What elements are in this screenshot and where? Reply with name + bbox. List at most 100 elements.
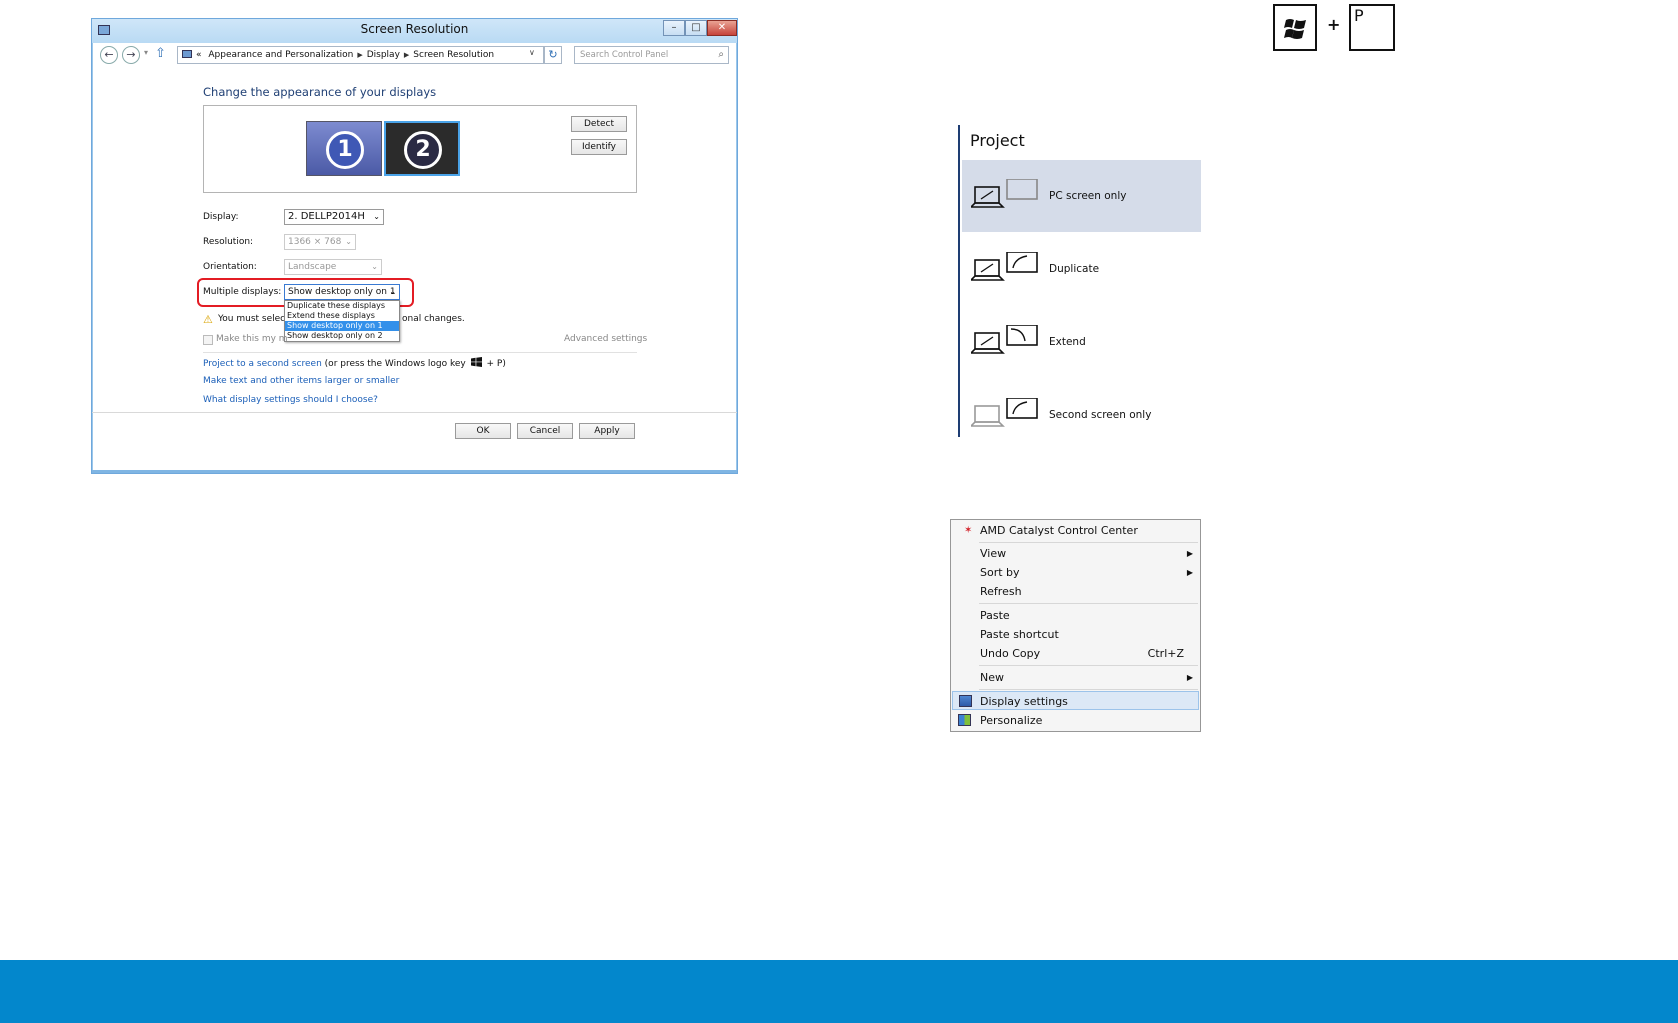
menu-item-display-settings[interactable]: Display settings: [952, 691, 1199, 710]
project-hint-text: (or press the Windows logo key: [321, 359, 469, 369]
project-second-screen-link[interactable]: Project to a second screen: [203, 359, 322, 369]
option-show-only-2[interactable]: Show desktop only on 2: [285, 331, 399, 341]
plus-sign: +: [1327, 15, 1341, 34]
menu-item-amd-catalyst[interactable]: ✶ AMD Catalyst Control Center: [952, 521, 1199, 540]
project-link-row: Project to a second screen (or press the…: [203, 357, 506, 369]
menu-separator: [979, 542, 1198, 543]
monitor-arrangement: 1 2 Detect Identify: [203, 105, 637, 193]
menu-item-label: Display settings: [980, 695, 1068, 708]
menu-item-paste[interactable]: Paste: [952, 606, 1199, 625]
search-icon[interactable]: ⌕: [718, 47, 724, 63]
window-content: Change the appearance of your displays 1…: [92, 65, 737, 473]
monitor-2[interactable]: 2: [384, 121, 460, 176]
menu-item-personalize[interactable]: Personalize: [952, 711, 1199, 730]
window-title: Screen Resolution: [360, 22, 469, 36]
project-option-duplicate[interactable]: Duplicate: [962, 233, 1201, 305]
breadcrumb-appearance[interactable]: Appearance and Personalization: [208, 50, 353, 60]
windows-logo-icon: [1284, 19, 1306, 39]
breadcrumb-display[interactable]: Display: [367, 50, 400, 60]
orientation-label: Orientation:: [203, 262, 257, 272]
title-bar[interactable]: Screen Resolution – □ ✕: [92, 19, 737, 43]
display-select-value: 2. DELLP2014H: [288, 211, 365, 222]
option-extend[interactable]: Extend these displays: [285, 311, 399, 321]
identify-button[interactable]: Identify: [571, 139, 627, 155]
project-option-second-screen-only[interactable]: Second screen only: [962, 379, 1201, 451]
divider: [92, 412, 737, 413]
project-hint-text-end: + P): [483, 359, 506, 369]
menu-item-view[interactable]: View ▶: [952, 544, 1199, 563]
extend-icon: [971, 325, 1038, 354]
breadcrumb-separator-icon[interactable]: ▶: [357, 51, 362, 59]
ok-button[interactable]: OK: [455, 423, 511, 439]
warning-text: You must select: [218, 314, 289, 324]
display-settings-help-link[interactable]: What display settings should I choose?: [203, 395, 378, 405]
chevron-down-icon: ⌄: [371, 262, 378, 271]
main-display-checkbox-label: Make this my m: [216, 334, 288, 344]
option-show-only-1[interactable]: Show desktop only on 1: [285, 321, 399, 331]
control-panel-icon: [182, 50, 192, 58]
breadcrumb-screen-resolution[interactable]: Screen Resolution: [413, 50, 494, 60]
option-duplicate[interactable]: Duplicate these displays: [285, 301, 399, 311]
chevron-right-icon: ▶: [1186, 549, 1193, 558]
menu-item-new[interactable]: New ▶: [952, 668, 1199, 687]
display-select[interactable]: 2. DELLP2014H ⌄: [284, 209, 384, 225]
apply-button[interactable]: Apply: [579, 423, 635, 439]
main-display-checkbox[interactable]: [203, 335, 213, 345]
project-option-pc-screen-only[interactable]: PC screen only: [962, 160, 1201, 232]
breadcrumb-separator-icon[interactable]: ▶: [404, 51, 409, 59]
up-arrow-icon[interactable]: ⇧: [155, 46, 166, 61]
monitor-1[interactable]: 1: [306, 121, 382, 176]
resolution-select[interactable]: 1366 × 768 ⌄: [284, 234, 356, 250]
address-bar: ← → ▾ ⇧ « Appearance and Personalization…: [92, 43, 737, 65]
multiple-displays-dropdown: Duplicate these displays Extend these di…: [284, 300, 400, 342]
minimize-button[interactable]: –: [663, 20, 685, 36]
windows-logo-icon: [470, 357, 482, 367]
duplicate-icon: [971, 252, 1038, 281]
menu-item-label: Undo Copy: [980, 647, 1041, 660]
resolution-label: Resolution:: [203, 237, 254, 247]
menu-separator: [979, 603, 1198, 604]
detect-button[interactable]: Detect: [571, 116, 627, 132]
menu-item-label: Refresh: [980, 585, 1022, 598]
project-option-label: Second screen only: [1049, 409, 1152, 421]
search-input[interactable]: Search Control Panel ⌕: [574, 46, 729, 64]
forward-arrow-icon[interactable]: →: [122, 46, 140, 64]
divider: [203, 352, 637, 353]
menu-item-sort-by[interactable]: Sort by ▶: [952, 563, 1199, 582]
p-key: P: [1349, 4, 1395, 51]
breadcrumb[interactable]: « Appearance and Personalization ▶ Display…: [177, 46, 544, 64]
cancel-button[interactable]: Cancel: [517, 423, 573, 439]
menu-item-undo-copy[interactable]: Undo Copy Ctrl+Z: [952, 644, 1199, 663]
page-title: Change the appearance of your displays: [203, 85, 437, 99]
chevron-right-icon: ▶: [1186, 568, 1193, 577]
project-option-label: PC screen only: [1049, 190, 1127, 202]
menu-item-label: Paste: [980, 609, 1010, 622]
address-dropdown-chevron-icon[interactable]: ∨: [529, 48, 535, 57]
menu-item-label: AMD Catalyst Control Center: [980, 524, 1138, 537]
menu-item-paste-shortcut[interactable]: Paste shortcut: [952, 625, 1199, 644]
refresh-icon[interactable]: ↻: [544, 46, 562, 64]
advanced-settings-link[interactable]: Advanced settings: [564, 334, 647, 344]
text-size-link[interactable]: Make text and other items larger or smal…: [203, 376, 399, 386]
maximize-button[interactable]: □: [685, 20, 707, 36]
menu-item-label: Paste shortcut: [980, 628, 1059, 641]
search-placeholder: Search Control Panel: [580, 50, 669, 60]
close-button[interactable]: ✕: [707, 20, 737, 36]
recent-pages-chevron-icon[interactable]: ▾: [144, 48, 148, 57]
back-arrow-icon[interactable]: ←: [100, 46, 118, 64]
chevron-down-icon: ⌄: [373, 212, 380, 221]
warning-text-end: onal changes.: [402, 314, 465, 324]
monitor-2-number: 2: [404, 131, 442, 169]
windows-key: [1273, 4, 1317, 51]
orientation-select[interactable]: Landscape ⌄: [284, 259, 382, 275]
breadcrumb-overflow[interactable]: «: [196, 50, 202, 60]
menu-item-refresh[interactable]: Refresh: [952, 582, 1199, 601]
p-key-label: P: [1354, 6, 1364, 25]
menu-separator: [979, 689, 1198, 690]
second-screen-only-icon: [971, 398, 1038, 427]
amd-catalyst-icon: ✶: [964, 525, 973, 536]
project-title: Project: [970, 131, 1025, 150]
menu-separator: [979, 665, 1198, 666]
pc-screen-only-icon: [971, 179, 1038, 208]
project-option-extend[interactable]: Extend: [962, 306, 1201, 378]
